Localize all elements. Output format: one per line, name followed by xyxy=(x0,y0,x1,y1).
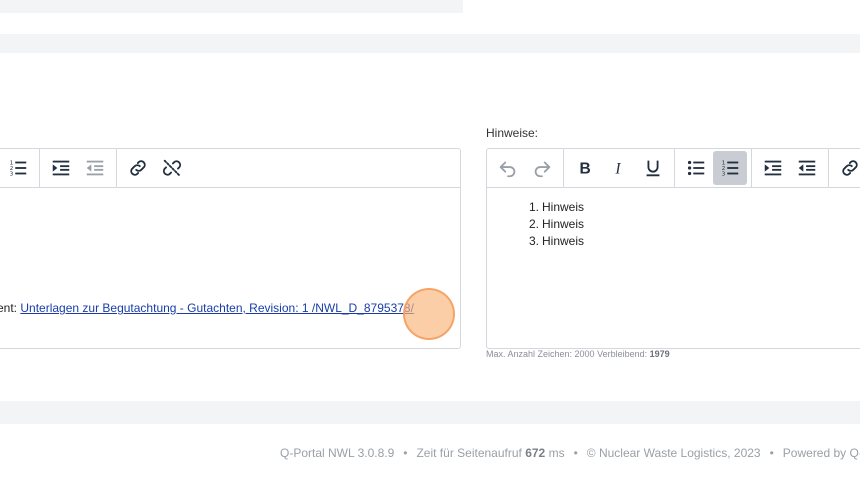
numbered-list-button[interactable]: 123 xyxy=(1,151,35,185)
redo-button[interactable] xyxy=(525,151,559,185)
svg-text:3: 3 xyxy=(10,171,14,177)
bullet-list-icon xyxy=(687,160,705,176)
outdent-icon xyxy=(798,160,816,176)
numbered-list-button[interactable]: 123 xyxy=(713,151,747,185)
editor-toolbar: B I 123 xyxy=(487,149,860,188)
bold-button[interactable]: B xyxy=(568,151,602,185)
indent-button[interactable] xyxy=(756,151,790,185)
outdent-button[interactable] xyxy=(790,151,824,185)
list-item: 3. Hinweis xyxy=(528,234,585,248)
indent-group xyxy=(752,149,829,187)
section-separator xyxy=(0,401,860,424)
content-prefix: ent: xyxy=(0,301,18,315)
notes-label: Hinweise: xyxy=(486,126,539,140)
unlink-button[interactable] xyxy=(155,151,189,185)
list-group: 123 xyxy=(0,149,40,187)
remaining-count: 1979 xyxy=(649,349,670,359)
load-time-unit: ms xyxy=(545,446,565,460)
bold-icon: B xyxy=(580,161,591,178)
list-group: 123 xyxy=(675,149,752,187)
list-item: 2. Hinweis xyxy=(528,217,585,231)
svg-text:I: I xyxy=(614,161,621,178)
undo-icon xyxy=(499,161,516,178)
undo-button[interactable] xyxy=(491,151,525,185)
italic-button[interactable]: I xyxy=(602,151,636,185)
indent-button[interactable] xyxy=(44,151,78,185)
powered-by-text: Powered by Q-P xyxy=(782,446,860,460)
numbered-list-icon: 123 xyxy=(722,160,739,177)
underline-icon xyxy=(646,160,660,177)
link-group xyxy=(829,149,860,187)
document-editor[interactable]: 123 ent: Unterlagen zur Begutachtung - G… xyxy=(0,148,461,349)
indent-icon xyxy=(52,160,70,176)
link-button[interactable] xyxy=(121,151,155,185)
svg-text:3: 3 xyxy=(722,171,726,177)
load-time-label: Zeit für Seitenaufruf xyxy=(416,446,526,460)
outdent-button[interactable] xyxy=(78,151,112,185)
editor-content[interactable]: ent: Unterlagen zur Begutachtung - Gutac… xyxy=(0,301,414,315)
list-item: 1. Hinweis xyxy=(528,200,585,214)
page-footer: Q-Portal NWL 3.0.8.9 • Zeit für Seitenaufr… xyxy=(280,446,860,460)
link-icon xyxy=(130,160,146,176)
editor-toolbar: 123 xyxy=(0,149,460,188)
section-separator xyxy=(0,34,860,53)
copyright-text: © Nuclear Waste Logistics, 2023 xyxy=(586,446,761,460)
counter-text: Max. Anzahl Zeichen: 2000 Verbleibend: xyxy=(486,349,650,359)
indent-icon xyxy=(764,160,782,176)
italic-icon: I xyxy=(614,161,621,178)
load-time-value: 672 xyxy=(525,446,546,460)
bullet-list-button[interactable] xyxy=(679,151,713,185)
link-icon xyxy=(842,160,858,176)
version-text: Q-Portal NWL 3.0.8.9 xyxy=(280,446,395,460)
redo-icon xyxy=(534,161,551,178)
indent-group xyxy=(40,149,117,187)
character-counter: Max. Anzahl Zeichen: 2000 Verbleibend: 1… xyxy=(486,349,670,359)
unlink-icon xyxy=(162,159,182,177)
document-link[interactable]: Unterlagen zur Begutachtung - Gutachten,… xyxy=(20,301,414,315)
notes-list[interactable]: 1. Hinweis 2. Hinweis 3. Hinweis xyxy=(525,199,584,250)
svg-text:B: B xyxy=(580,161,591,178)
top-strip xyxy=(0,0,463,13)
outdent-icon xyxy=(86,160,104,176)
notes-editor[interactable]: B I 123 1. Hinweis 2. Hinweis 3. Hinweis xyxy=(486,148,860,349)
history-group xyxy=(487,149,564,187)
link-group xyxy=(117,149,193,187)
numbered-list-icon: 123 xyxy=(10,160,27,177)
format-group: B I xyxy=(564,149,675,187)
link-button[interactable] xyxy=(833,151,860,185)
click-indicator xyxy=(403,288,455,340)
underline-button[interactable] xyxy=(636,151,670,185)
